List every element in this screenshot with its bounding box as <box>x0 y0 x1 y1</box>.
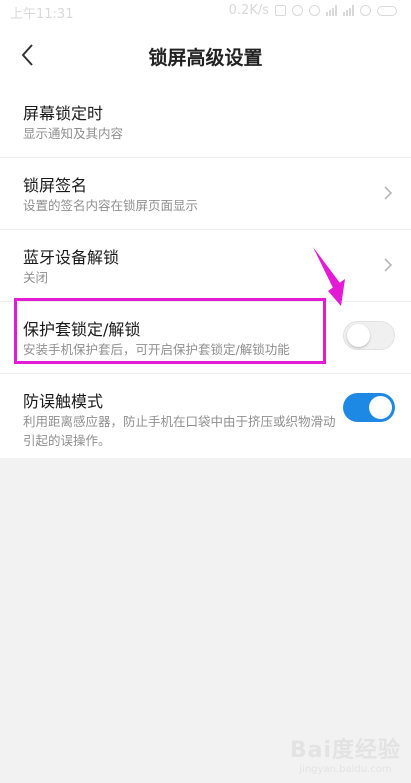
setting-title: 蓝牙设备解锁 <box>23 248 120 267</box>
status-icons: 0.2K/s 79 <box>229 3 397 18</box>
setting-subtitle: 利用距离感应器，防止手机在口袋中由于挤压或织物滑动引起的误操作。 <box>23 414 336 448</box>
watermark: Bai度经验 jingyan.baidu.com <box>290 732 401 775</box>
setting-title: 锁屏签名 <box>23 176 88 195</box>
battery-icon <box>377 5 397 16</box>
setting-subtitle: 显示通知及其内容 <box>23 126 124 141</box>
settings-list: 屏幕锁定时 显示通知及其内容 锁屏签名 设置的签名内容在锁屏页面显示 蓝牙设备解… <box>0 86 411 458</box>
toggle-knob <box>369 396 392 419</box>
setting-title: 防误触模式 <box>23 392 104 411</box>
silent-icon <box>292 5 303 16</box>
signal-icon <box>326 5 337 16</box>
setting-lock-screen-when[interactable]: 屏幕锁定时 显示通知及其内容 <box>0 86 411 158</box>
status-bar: 上午11:31 0.2K/s 79 <box>0 0 411 24</box>
status-time: 上午11:31 <box>10 7 74 22</box>
signal-icon <box>343 5 354 16</box>
case-lock-toggle[interactable] <box>343 321 395 350</box>
setting-case-lock-unlock[interactable]: 保护套锁定/解锁 安装手机保护套后，可开启保护套锁定/解锁功能 <box>0 302 411 374</box>
setting-anti-mistouch[interactable]: 防误触模式 利用距离感应器，防止手机在口袋中由于挤压或织物滑动引起的误操作。 <box>0 374 411 458</box>
title-bar: 锁屏高级设置 <box>0 24 411 86</box>
chevron-right-icon <box>384 258 393 272</box>
setting-bluetooth-unlock[interactable]: 蓝牙设备解锁 关闭 <box>0 230 411 302</box>
setting-subtitle: 安装手机保护套后，可开启保护套锁定/解锁功能 <box>23 342 290 357</box>
setting-subtitle: 关闭 <box>23 270 49 285</box>
wifi-icon <box>360 5 371 16</box>
notification-icon <box>275 5 286 16</box>
setting-lock-signature[interactable]: 锁屏签名 设置的签名内容在锁屏页面显示 <box>0 158 411 230</box>
page-title: 锁屏高级设置 <box>148 47 263 69</box>
toggle-knob <box>347 324 370 347</box>
net-speed: 0.2K/s <box>228 3 269 18</box>
chevron-right-icon <box>384 186 393 200</box>
anti-mistouch-toggle[interactable] <box>343 393 395 422</box>
setting-subtitle: 设置的签名内容在锁屏页面显示 <box>23 198 199 213</box>
setting-title: 保护套锁定/解锁 <box>23 320 141 339</box>
watermark-logo: Bai度经验 <box>289 738 401 763</box>
setting-title: 屏幕锁定时 <box>23 104 104 123</box>
alarm-icon <box>309 5 320 16</box>
watermark-url: jingyan.baidu.com <box>299 764 392 775</box>
